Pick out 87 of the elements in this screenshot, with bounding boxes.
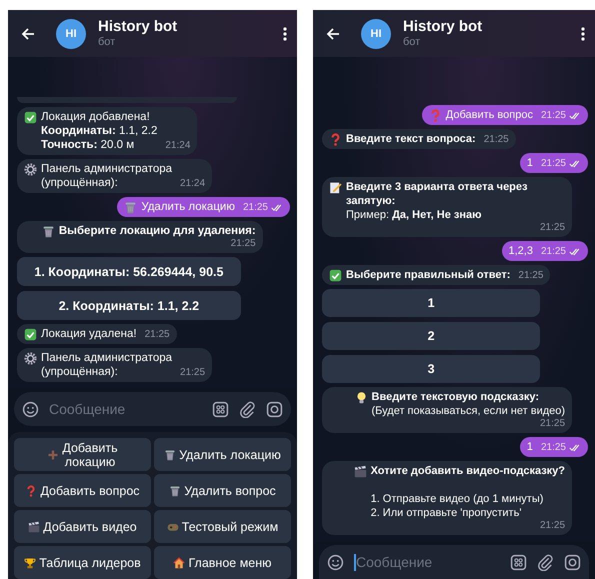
question-mark-icon (428, 109, 442, 122)
keyboard-grid-icon[interactable] (212, 400, 229, 418)
message-text: Локация добавлена! Координаты: 1.1, 2.2 Точность: 20.0 м (41, 110, 158, 152)
message-time: 21:25 (540, 418, 566, 430)
house-icon (173, 556, 186, 568)
inline-keyboard-button[interactable]: 1. Координаты: 56.269444, 90.5 (17, 257, 241, 286)
check-mark-icon (24, 328, 37, 341)
keyboard-button[interactable]: Таблица лидеров (14, 546, 151, 579)
message-input-bar[interactable]: Сообщение (319, 545, 589, 579)
message-time: 21:25 (484, 134, 509, 146)
menu-icon[interactable] (283, 26, 287, 42)
chat-subtitle: бот (98, 36, 116, 49)
paperclip-icon[interactable] (537, 554, 554, 570)
clapperboard-icon (354, 465, 367, 478)
keyboard-button[interactable]: Удалить вопрос (154, 474, 291, 507)
trash-can-icon (169, 484, 182, 496)
back-arrow-icon[interactable] (20, 26, 36, 42)
message-time: 21:24 (165, 140, 190, 152)
gear-icon (24, 163, 37, 176)
inline-keyboard-button[interactable]: 1 (322, 289, 540, 317)
message-time: 21:25 (540, 222, 566, 234)
gear-icon (24, 352, 37, 365)
message-text: Выберите локацию для удаления: (58, 224, 256, 238)
message-time: 21:25 (540, 442, 566, 454)
notepad-pencil-icon (329, 181, 342, 194)
message-text: Выберите правильный ответ: (346, 268, 510, 282)
message-text: Удалить локацию (141, 200, 235, 214)
menu-icon[interactable] (581, 26, 585, 42)
message-text: Введите текстовую подсказку: (Будет показываться, если нет видео) (372, 390, 566, 418)
keyboard-button[interactable]: Добавить видео (14, 510, 151, 543)
inline-keyboard-button[interactable]: 2. Координаты: 1.1, 2.2 (17, 291, 241, 320)
message-text: Добавить вопрос (446, 108, 533, 122)
message-input-bar[interactable]: Сообщение (14, 392, 291, 426)
chat-title: History bot (98, 18, 178, 36)
check-mark-icon (329, 269, 342, 282)
keyboard-button[interactable]: Главное меню (154, 546, 291, 579)
message-field[interactable]: Сообщение (49, 401, 202, 417)
message-text: 1 (526, 440, 533, 454)
question-mark-icon (329, 133, 342, 146)
message-text: 1,2,3 (508, 244, 533, 258)
double-check-icon (271, 204, 283, 212)
inline-keyboard-button[interactable]: 3 (322, 355, 540, 383)
keyboard-grid-icon[interactable] (510, 554, 527, 570)
message-time: 21:25 (144, 329, 170, 341)
keyboard-button[interactable]: Добавить локацию (14, 438, 151, 471)
trophy-icon (24, 556, 36, 568)
message-time: 21:25 (540, 110, 566, 122)
emoji-icon[interactable] (327, 554, 344, 570)
message-time: 21:25 (540, 246, 566, 258)
camera-icon[interactable] (266, 400, 283, 418)
trash-can-icon (42, 225, 55, 238)
message-field[interactable]: Сообщение (356, 554, 500, 570)
double-check-icon (569, 112, 581, 120)
message-time: 21:25 (180, 367, 206, 379)
trash-can-icon (124, 201, 138, 214)
chat-subtitle: бот (403, 36, 422, 49)
message-time: 21:25 (540, 158, 566, 170)
message-time: 21:25 (540, 520, 566, 532)
emoji-icon[interactable] (22, 400, 39, 418)
double-check-icon (569, 160, 581, 168)
keyboard-button[interactable]: Тестовый режим (154, 510, 291, 543)
camera-icon[interactable] (564, 554, 581, 570)
paperclip-icon[interactable] (239, 400, 256, 418)
check-mark-icon (24, 111, 37, 124)
message-text: Локация удалена! (41, 327, 137, 341)
message-text: Панель администратора (упрощённая): (41, 162, 172, 190)
message-time: 21:25 (518, 270, 544, 282)
keyboard-button[interactable]: Добавить вопрос (14, 474, 151, 507)
message-time: 21:25 (230, 238, 256, 250)
message-text: Введите текст вопроса: (346, 132, 476, 146)
message-text: Панель администратора (упрощённая): (41, 351, 172, 379)
message-text: 1 (526, 156, 533, 170)
chat-title: History bot (403, 18, 484, 36)
question-mark-icon (25, 484, 38, 496)
back-arrow-icon[interactable] (325, 26, 341, 42)
message-text: Введите 3 варианта ответа через запятую: Пример: Да, Нет, Не знаю (346, 180, 528, 222)
trash-can-icon (164, 448, 176, 460)
message-text: Хотите добавить видео-подсказку? 1. Отправьте видео (до 1 минуты) 2. Или отправьте 'пропустить' (370, 464, 566, 520)
clapperboard-icon (28, 520, 40, 532)
inline-keyboard-button[interactable]: 2 (322, 322, 540, 350)
plus-icon (47, 448, 60, 460)
keyboard-button[interactable]: Удалить локацию (154, 438, 291, 471)
double-check-icon (569, 248, 581, 256)
light-bulb-icon (354, 391, 368, 404)
double-check-icon (569, 444, 581, 452)
message-time: 21:24 (180, 178, 206, 190)
message-time: 21:25 (242, 202, 268, 214)
